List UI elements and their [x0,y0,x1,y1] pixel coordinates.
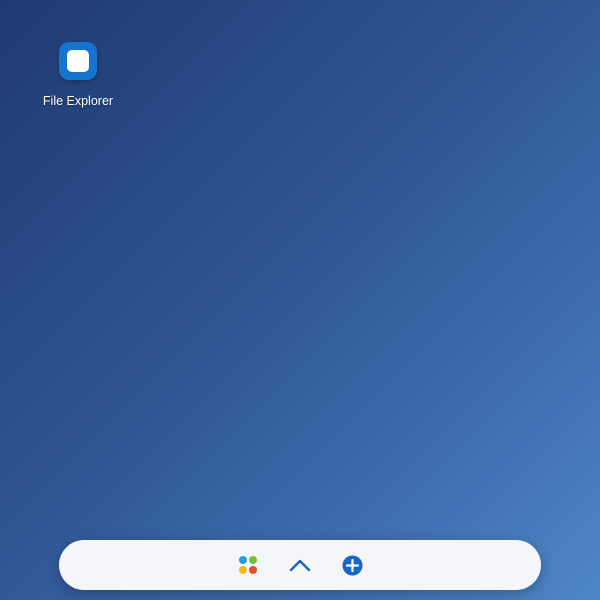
add-button[interactable] [341,554,363,576]
file-explorer-label: File Explorer [42,94,114,108]
app-launcher-button[interactable] [237,554,259,576]
file-explorer-icon [59,42,97,80]
launcher-dot-green [249,556,257,564]
chevron-up-icon [289,559,311,572]
expand-tray-button[interactable] [289,554,311,576]
app-launcher-icon [239,556,257,574]
plus-circle-icon [342,555,362,575]
file-explorer-icon-inner [67,50,89,72]
launcher-dot-yellow [239,566,247,574]
file-explorer-shortcut[interactable]: File Explorer [40,40,116,114]
desktop[interactable]: File Explorer [0,0,600,600]
launcher-dot-blue [239,556,247,564]
launcher-dot-red [249,566,257,574]
taskbar [59,540,541,590]
